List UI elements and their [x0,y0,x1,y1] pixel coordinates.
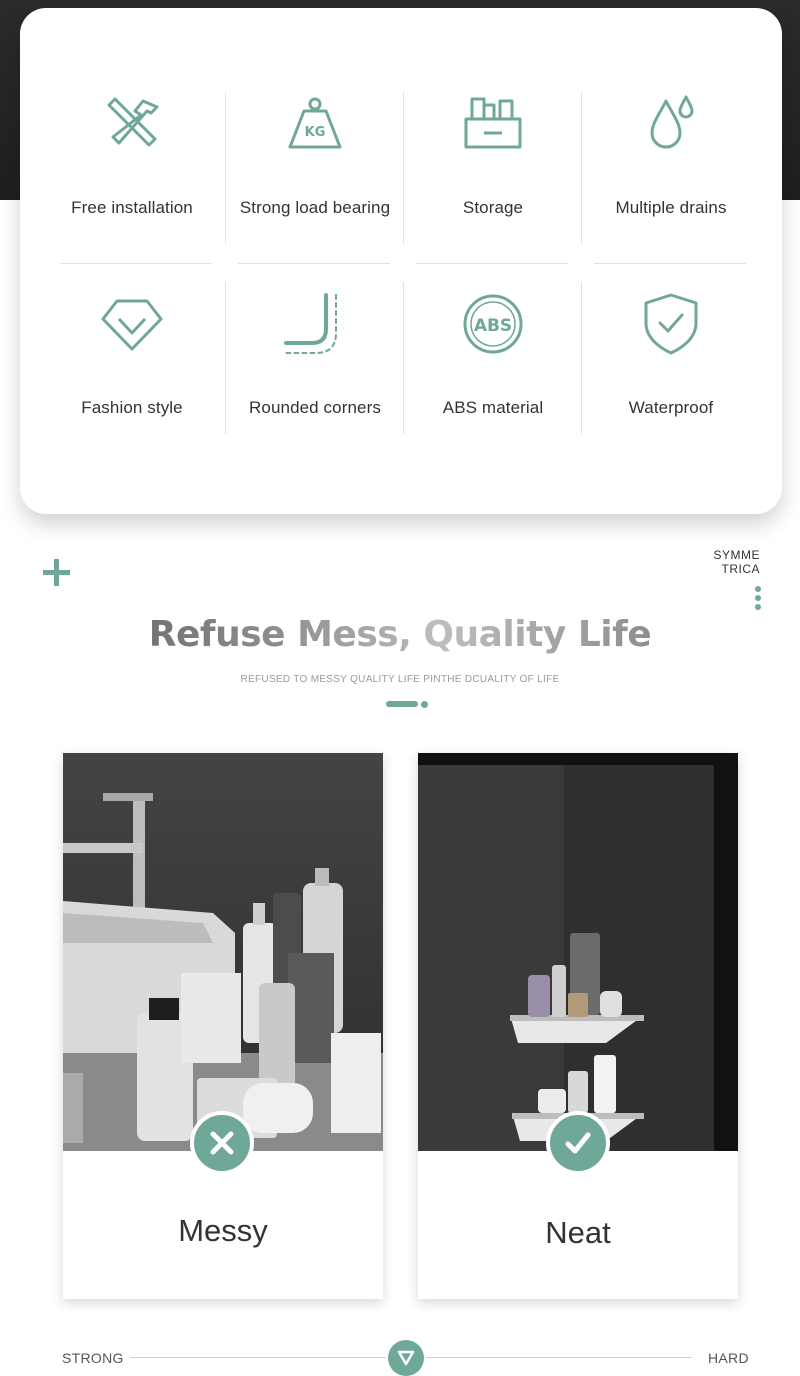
storage-box-icon [457,88,529,160]
headline: Refuse Mess, Quality Life [0,614,800,655]
shield-check-icon [635,288,707,360]
cross-icon [210,1131,234,1155]
neat-label: Neat [545,1215,611,1250]
check-badge [546,1111,610,1175]
feature-multiple-drains: Multiple drains [582,62,760,252]
kg-text: KG [305,125,326,140]
brand-line: TRICA [721,562,760,576]
down-triangle-icon [397,1350,415,1366]
vertical-dots-icon [755,586,761,610]
messy-bathroom-photo [63,753,383,1151]
feature-waterproof: Waterproof [582,262,760,452]
neat-card: Neat [418,753,738,1299]
slider-track-right [426,1357,692,1358]
section-indicator-dot [421,701,428,708]
slider-left-label: STRONG [62,1350,124,1366]
feature-strong-load-bearing: KG Strong load bearing [226,62,404,252]
slider-track-left [130,1357,386,1358]
brand-name: SYMME TRICA [713,548,760,576]
slider-right-label: HARD [708,1350,749,1366]
features-card: Free installation KG Strong load bearing… [20,8,782,514]
feature-label: Strong load bearing [239,198,391,217]
abs-text: ABS [474,316,512,336]
subheadline: REFUSED TO MESSY QUALITY LIFE PINTHE DCU… [240,674,560,685]
feature-storage: Storage [404,62,582,252]
feature-label: ABS material [442,398,544,417]
feature-label: Free installation [71,198,193,217]
feature-rounded-corners: Rounded corners [226,262,404,452]
feature-label: Rounded corners [249,398,381,417]
feature-abs-material: ABS ABS material [404,262,582,452]
diamond-icon [96,288,168,360]
rounded-corner-icon [279,288,351,360]
hammer-wrench-icon [96,88,168,160]
plus-icon [43,559,70,586]
neat-shelf-photo [418,753,738,1151]
feature-label: Fashion style [81,398,183,417]
check-icon [565,1132,591,1154]
water-drops-icon [635,88,707,160]
abs-material-icon: ABS [457,288,529,360]
feature-fashion-style: Fashion style [43,262,221,452]
feature-label: Waterproof [628,398,714,417]
kg-weight-icon: KG [279,88,351,160]
slider-handle[interactable] [388,1340,424,1376]
section-indicator [386,701,418,707]
feature-label: Storage [462,198,524,217]
cross-badge [190,1111,254,1175]
feature-label: Multiple drains [615,198,727,217]
brand-line: SYMME [713,548,760,562]
messy-card: Messy [63,753,383,1299]
feature-free-installation: Free installation [43,62,221,252]
messy-label: Messy [178,1213,268,1248]
